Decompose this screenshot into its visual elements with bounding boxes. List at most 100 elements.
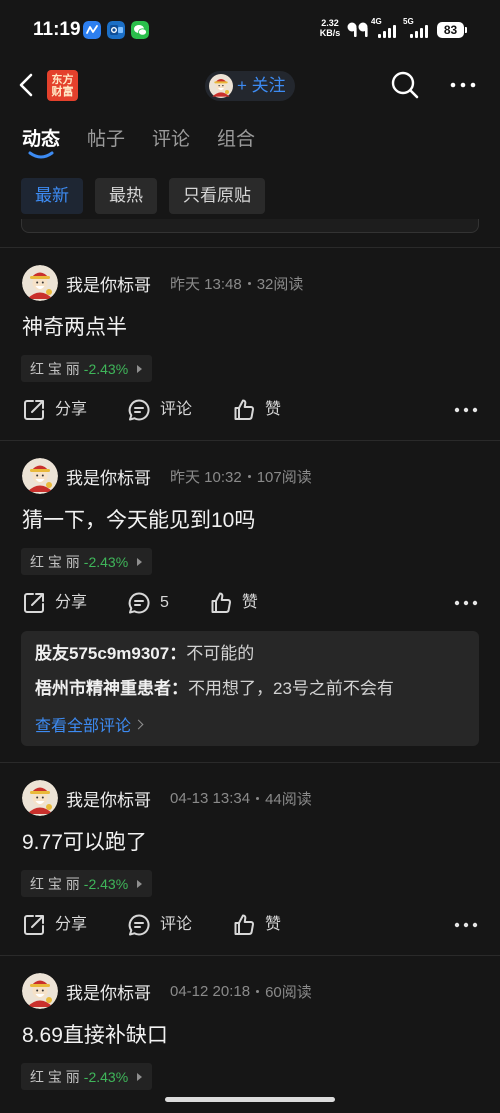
comment-preview: 股友575c9m9307：不可能的 梧州市精神重患者：不用想了，23号之前不会有…: [21, 631, 479, 746]
like-label: 赞: [241, 594, 258, 611]
share-label: 分享: [55, 401, 88, 418]
card-edge: [21, 219, 479, 233]
separator-dot: [247, 474, 251, 478]
share-button[interactable]: 分享: [22, 913, 87, 937]
more-icon[interactable]: [454, 593, 478, 613]
top-nav-bar: 东方 财富 + 关注: [0, 58, 500, 112]
comment-button[interactable]: 评论: [127, 913, 192, 937]
more-icon[interactable]: [454, 915, 478, 935]
post-content[interactable]: 9.77可以跑了: [22, 829, 147, 857]
filter-original-only[interactable]: 只看原贴: [169, 178, 265, 214]
stock-tag[interactable]: 红 宝 丽 -2.43%: [21, 1063, 153, 1090]
caret-right-icon: [137, 364, 143, 373]
author-name[interactable]: 我是你标哥: [66, 786, 151, 811]
post-header: 我是你标哥 04-12 20:18 60阅读: [66, 979, 312, 1004]
stock-tag[interactable]: 红 宝 丽 -2.43%: [21, 548, 153, 575]
share-button[interactable]: 分享: [22, 398, 87, 422]
post-feed[interactable]: 我是你标哥 昨天 13:48 32阅读 神奇两点半 红 宝 丽 -2.43% 分…: [0, 247, 500, 1113]
more-icon[interactable]: [449, 75, 477, 95]
post-time: 04-12 20:18: [170, 982, 251, 1000]
comment-button[interactable]: 5: [127, 591, 169, 615]
comment-button[interactable]: 评论: [127, 398, 192, 422]
stock-change: -2.43%: [83, 360, 129, 377]
post-content[interactable]: 神奇两点半: [22, 314, 127, 342]
post-actions: 分享 5 赞: [22, 591, 298, 615]
user-avatar: [209, 74, 233, 98]
author-name[interactable]: 我是你标哥: [66, 979, 151, 1004]
author-name[interactable]: 我是你标哥: [66, 271, 151, 296]
comment-label: 评论: [160, 916, 193, 933]
like-button[interactable]: 赞: [232, 398, 281, 422]
notification-icons: [83, 21, 149, 39]
home-indicator[interactable]: [165, 1097, 335, 1102]
stock-name: 红 宝 丽: [30, 553, 80, 570]
post-header: 我是你标哥 昨天 10:32 107阅读: [66, 464, 312, 489]
post-content[interactable]: 8.69直接补缺口: [22, 1022, 168, 1050]
filter-chips: 最新 最热 只看原贴: [21, 178, 265, 214]
battery-icon: 83: [437, 22, 464, 38]
author-avatar[interactable]: [22, 973, 58, 1009]
post-meta: 04-12 20:18 60阅读: [170, 981, 312, 1002]
network-4g: 4G: [371, 17, 399, 39]
stock-change: -2.43%: [83, 1068, 129, 1085]
post-actions: 分享 评论 赞: [22, 913, 321, 937]
post-card[interactable]: 我是你标哥 04-13 13:34 44阅读 9.77可以跑了 红 宝 丽 -2…: [0, 762, 500, 955]
app-logo[interactable]: 东方 财富: [47, 70, 78, 101]
stock-name: 红 宝 丽: [30, 360, 80, 377]
back-arrow-icon[interactable]: [12, 70, 40, 100]
comment-item[interactable]: 梧州市精神重患者：不用想了，23号之前不会有: [35, 677, 465, 701]
filter-latest[interactable]: 最新: [21, 178, 83, 214]
post-time: 昨天 13:48: [170, 275, 242, 293]
wechat-icon: [131, 21, 149, 39]
caret-right-icon: [137, 557, 143, 566]
stock-name: 红 宝 丽: [30, 1068, 80, 1085]
signal-icon: [410, 24, 428, 38]
post-read-count: 60阅读: [265, 983, 312, 1001]
comment-icon: [127, 591, 151, 615]
comment-item[interactable]: 股友575c9m9307：不可能的: [35, 642, 465, 666]
post-card[interactable]: 我是你标哥 04-12 20:18 60阅读 8.69直接补缺口 红 宝 丽 -…: [0, 955, 500, 1113]
author-avatar[interactable]: [22, 780, 58, 816]
stock-change: -2.43%: [83, 875, 129, 892]
network-speed-value: 2.32: [321, 18, 339, 28]
separator-dot: [256, 989, 260, 993]
stock-tag[interactable]: 红 宝 丽 -2.43%: [21, 870, 153, 897]
post-meta: 04-13 13:34 44阅读: [170, 788, 312, 809]
view-all-comments-link[interactable]: 查看全部评论: [35, 712, 465, 736]
tab-portfolio[interactable]: 组合: [217, 125, 255, 155]
share-icon: [22, 913, 46, 937]
search-icon[interactable]: [390, 70, 420, 100]
stock-tag[interactable]: 红 宝 丽 -2.43%: [21, 355, 153, 382]
post-card[interactable]: 我是你标哥 昨天 13:48 32阅读 神奇两点半 红 宝 丽 -2.43% 分…: [0, 247, 500, 440]
like-label: 赞: [265, 916, 282, 933]
share-icon: [22, 398, 46, 422]
like-button[interactable]: 赞: [209, 591, 258, 615]
like-icon: [232, 913, 256, 937]
post-header: 我是你标哥 昨天 13:48 32阅读: [66, 271, 303, 296]
active-tab-indicator: [28, 151, 54, 159]
tab-comments[interactable]: 评论: [152, 125, 190, 155]
comment-text: 不可能的: [186, 644, 255, 663]
tab-posts[interactable]: 帖子: [87, 125, 125, 155]
app-icon: [83, 21, 101, 39]
comment-username[interactable]: 梧州市精神重患者：: [35, 679, 188, 698]
like-button[interactable]: 赞: [232, 913, 281, 937]
comment-username[interactable]: 股友575c9m9307：: [35, 644, 186, 663]
share-button[interactable]: 分享: [22, 591, 87, 615]
follow-button[interactable]: + 关注: [205, 71, 295, 101]
post-content[interactable]: 猜一下，今天能见到10吗: [22, 507, 255, 535]
share-icon: [22, 591, 46, 615]
comment-icon: [127, 913, 151, 937]
more-icon[interactable]: [454, 400, 478, 420]
post-card[interactable]: 我是你标哥 昨天 10:32 107阅读 猜一下，今天能见到10吗 红 宝 丽 …: [0, 440, 500, 762]
stock-name: 红 宝 丽: [30, 875, 80, 892]
filter-hottest[interactable]: 最热: [95, 178, 157, 214]
share-label: 分享: [55, 594, 88, 611]
author-name[interactable]: 我是你标哥: [66, 464, 151, 489]
author-avatar[interactable]: [22, 458, 58, 494]
view-all-comments-label: 查看全部评论: [35, 718, 132, 735]
separator-dot: [247, 281, 251, 285]
comment-count: 5: [160, 594, 169, 611]
author-avatar[interactable]: [22, 265, 58, 301]
signal-icon: [378, 24, 396, 38]
